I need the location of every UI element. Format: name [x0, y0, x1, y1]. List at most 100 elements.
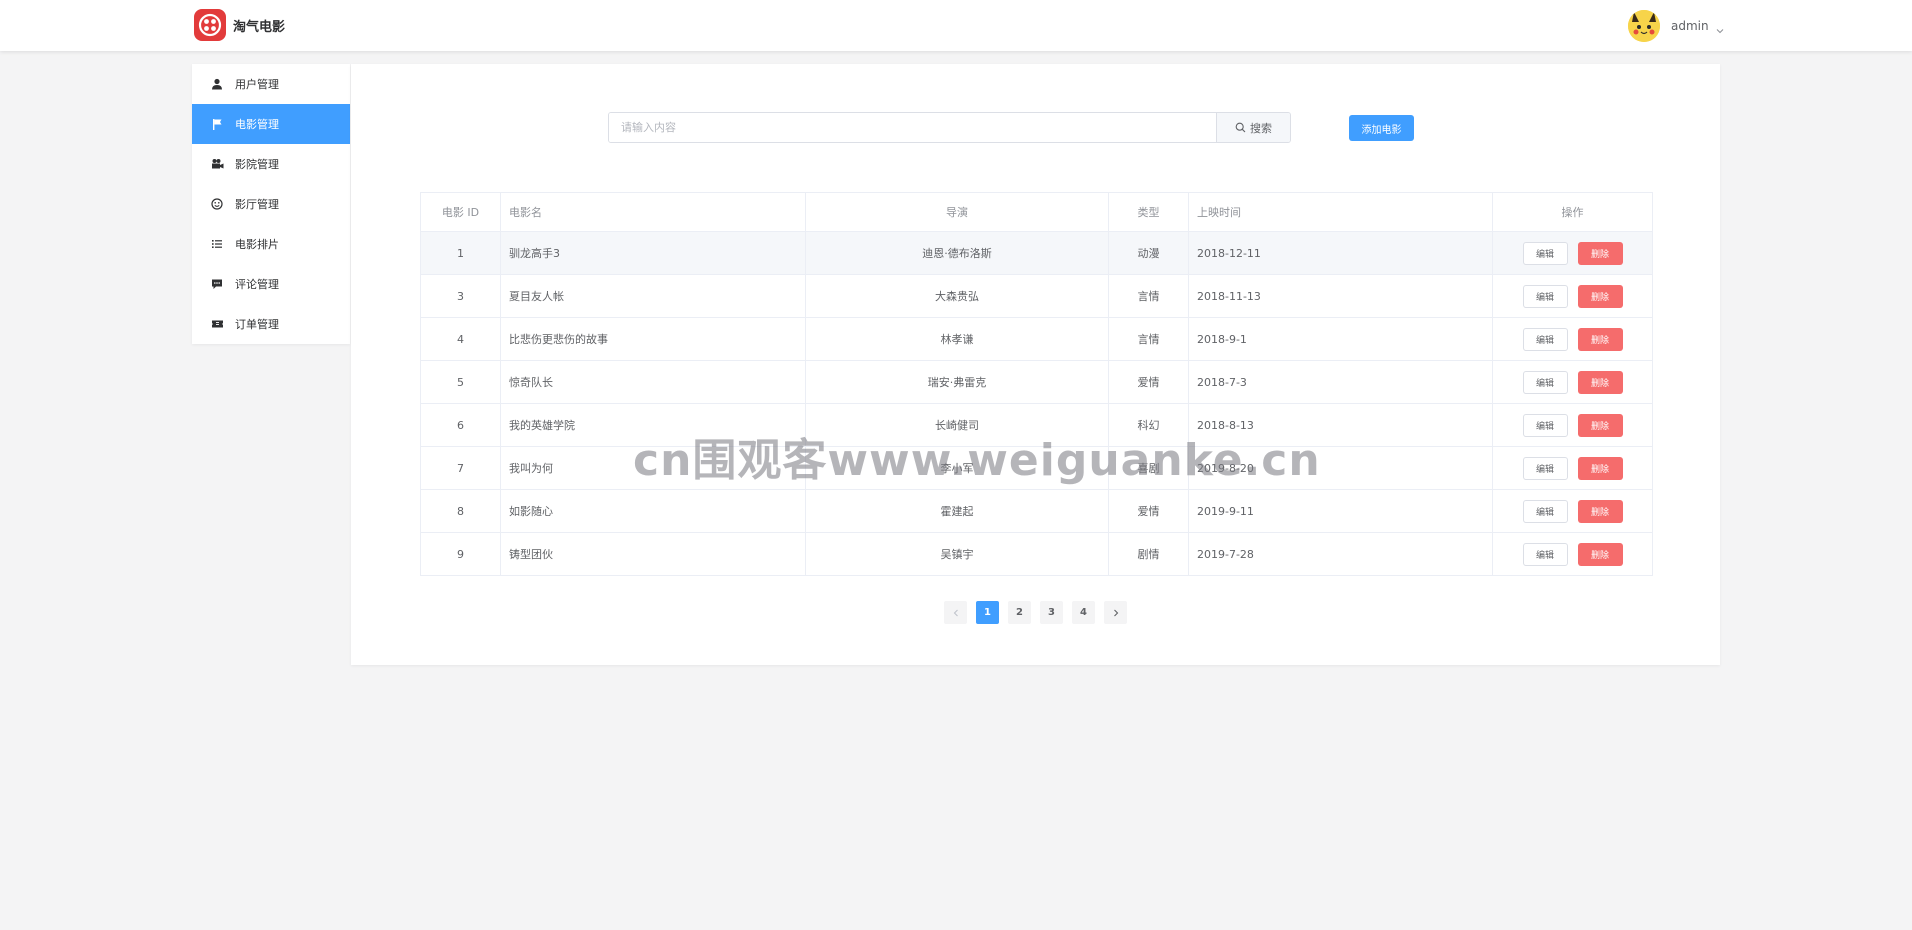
- edit-button[interactable]: 编辑: [1522, 370, 1568, 394]
- cell-movie-name: 比悲伤更悲伤的故事: [500, 317, 806, 361]
- page-button-4[interactable]: 4: [1072, 601, 1095, 624]
- search-button-label: 搜索: [1250, 121, 1272, 135]
- sidebar-item-schedule[interactable]: 电影排片: [192, 224, 350, 264]
- cell-movie-id: 7: [420, 446, 501, 490]
- sidebar-item-orders[interactable]: 订单管理: [192, 304, 350, 344]
- chevron-down-icon[interactable]: [1715, 21, 1725, 34]
- chevron-right-icon: [1113, 609, 1118, 616]
- cell-actions: 编辑 删除: [1492, 489, 1653, 533]
- edit-button[interactable]: 编辑: [1522, 456, 1568, 480]
- edit-button[interactable]: 编辑: [1522, 327, 1568, 351]
- pikachu-avatar-icon[interactable]: [1628, 10, 1660, 42]
- cell-movie-name: 夏目友人帐: [500, 274, 806, 318]
- chevron-left-icon: [953, 609, 958, 616]
- header-release-date: 上映时间: [1188, 192, 1493, 232]
- delete-button[interactable]: 删除: [1577, 456, 1623, 480]
- cell-movie-name: 惊奇队长: [500, 360, 806, 404]
- sidebar-item-label: 评论管理: [235, 278, 279, 291]
- sidebar-item-halls[interactable]: 影厅管理: [192, 184, 350, 224]
- edit-button[interactable]: 编辑: [1522, 499, 1568, 523]
- edit-button[interactable]: 编辑: [1522, 542, 1568, 566]
- header-type: 类型: [1108, 192, 1189, 232]
- page-button-1[interactable]: 1: [976, 601, 999, 624]
- cell-release-date: 2019-8-20: [1188, 446, 1493, 490]
- table-row: 8 如影随心 霍建起 爱情 2019-9-11 编辑 删除: [420, 489, 1653, 533]
- sidebar-item-label: 影厅管理: [235, 198, 279, 211]
- username[interactable]: admin: [1671, 19, 1709, 33]
- cell-movie-name: 如影随心: [500, 489, 806, 533]
- cell-movie-id: 9: [420, 532, 501, 576]
- add-movie-button[interactable]: 添加电影: [1349, 115, 1414, 141]
- top-header: 淘气电影 admin: [0, 0, 1912, 51]
- table-row: 3 夏目友人帐 大森贵弘 言情 2018-11-13 编辑 删除: [420, 274, 1653, 318]
- cell-movie-id: 4: [420, 317, 501, 361]
- delete-button[interactable]: 删除: [1577, 413, 1623, 437]
- delete-button[interactable]: 删除: [1577, 542, 1623, 566]
- table-header-row: 电影 ID 电影名 导演 类型 上映时间 操作: [420, 192, 1653, 232]
- app-title: 淘气电影: [233, 20, 286, 35]
- cell-movie-name: 我叫为何: [500, 446, 806, 490]
- cell-movie-id: 3: [420, 274, 501, 318]
- delete-button[interactable]: 删除: [1577, 327, 1623, 351]
- cell-type: 言情: [1108, 274, 1189, 318]
- page-button-3[interactable]: 3: [1040, 601, 1063, 624]
- comment-icon: [210, 277, 224, 291]
- camera-icon: [210, 157, 224, 171]
- cell-actions: 编辑 删除: [1492, 532, 1653, 576]
- cell-type: 言情: [1108, 317, 1189, 361]
- user-icon: [210, 77, 224, 91]
- sidebar-item-label: 电影管理: [235, 118, 279, 131]
- sidebar-item-users[interactable]: 用户管理: [192, 64, 350, 104]
- cell-director: 吴镇宇: [805, 532, 1109, 576]
- user-menu[interactable]: admin: [1628, 9, 1725, 43]
- cell-director: 霍建起: [805, 489, 1109, 533]
- pagination: 1 2 3 4: [944, 601, 1136, 624]
- header-movie-id: 电影 ID: [420, 192, 501, 232]
- delete-button[interactable]: 删除: [1577, 284, 1623, 308]
- cell-release-date: 2018-12-11: [1188, 231, 1493, 275]
- cell-type: 喜剧: [1108, 446, 1189, 490]
- cell-movie-id: 6: [420, 403, 501, 447]
- sidebar-item-movies[interactable]: 电影管理: [192, 104, 350, 144]
- sidebar-menu: 用户管理 电影管理 影院管理 影厅管理 电影排片 评论管理 订单管理: [192, 64, 350, 344]
- cell-actions: 编辑 删除: [1492, 231, 1653, 275]
- ticket-icon: [210, 317, 224, 331]
- table-row: 5 惊奇队长 瑞安·弗雷克 爱情 2018-7-3 编辑 删除: [420, 360, 1653, 404]
- delete-button[interactable]: 删除: [1577, 370, 1623, 394]
- cell-type: 爱情: [1108, 360, 1189, 404]
- search-icon: [1235, 122, 1246, 133]
- sidebar-item-label: 影院管理: [235, 158, 279, 171]
- table-row: 1 驯龙高手3 迪恩·德布洛斯 动漫 2018-12-11 编辑 删除: [420, 231, 1653, 275]
- cell-actions: 编辑 删除: [1492, 360, 1653, 404]
- delete-button[interactable]: 删除: [1577, 499, 1623, 523]
- table-row: 7 我叫为何 李小军 喜剧 2019-8-20 编辑 删除: [420, 446, 1653, 490]
- search-input[interactable]: [609, 113, 1216, 142]
- page-button-2[interactable]: 2: [1008, 601, 1031, 624]
- delete-button[interactable]: 删除: [1577, 241, 1623, 265]
- search-button[interactable]: 搜索: [1216, 113, 1290, 142]
- logo-icon[interactable]: [194, 9, 226, 41]
- face-icon: [210, 197, 224, 211]
- cell-actions: 编辑 删除: [1492, 317, 1653, 361]
- edit-button[interactable]: 编辑: [1522, 241, 1568, 265]
- next-page-button[interactable]: [1104, 601, 1127, 624]
- sidebar-item-label: 电影排片: [235, 238, 279, 251]
- cell-movie-id: 5: [420, 360, 501, 404]
- sidebar-item-comments[interactable]: 评论管理: [192, 264, 350, 304]
- flag-icon: [210, 117, 224, 131]
- sidebar-item-label: 用户管理: [235, 78, 279, 91]
- main-panel: 搜索 添加电影 电影 ID 电影名 导演 类型 上映时间 操作: [351, 64, 1720, 665]
- search-box: 搜索: [608, 112, 1291, 143]
- edit-button[interactable]: 编辑: [1522, 413, 1568, 437]
- cell-type: 科幻: [1108, 403, 1189, 447]
- prev-page-button[interactable]: [944, 601, 967, 624]
- cell-director: 林孝谦: [805, 317, 1109, 361]
- cell-release-date: 2018-11-13: [1188, 274, 1493, 318]
- sidebar-item-cinemas[interactable]: 影院管理: [192, 144, 350, 184]
- cell-actions: 编辑 删除: [1492, 403, 1653, 447]
- header-director: 导演: [805, 192, 1109, 232]
- cell-movie-name: 驯龙高手3: [500, 231, 806, 275]
- edit-button[interactable]: 编辑: [1522, 284, 1568, 308]
- cell-release-date: 2018-8-13: [1188, 403, 1493, 447]
- cell-director: 李小军: [805, 446, 1109, 490]
